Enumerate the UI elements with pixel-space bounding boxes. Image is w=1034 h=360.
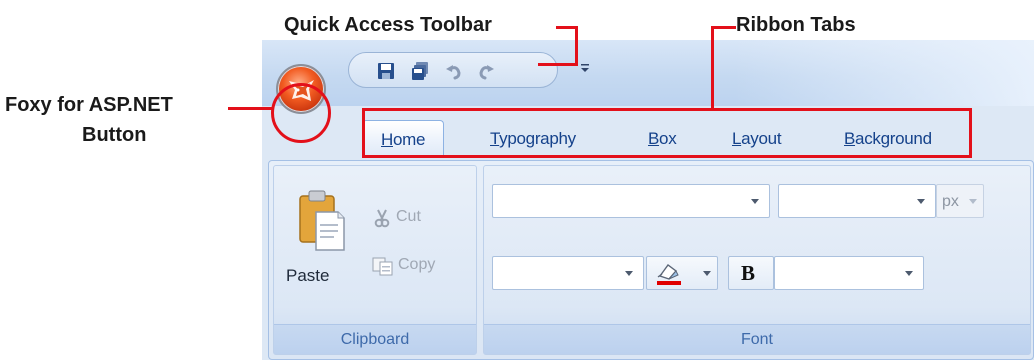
save-icon[interactable] [376,61,396,81]
font-unit-value: px [942,193,959,210]
chevron-down-icon [703,271,711,276]
tabs-callout-line [711,26,714,110]
copy-icon [372,257,393,276]
copy-label: Copy [398,256,436,273]
scissors-icon [374,209,390,228]
ribbon-tabs-annotation: Ribbon Tabs [736,14,856,36]
font-size-select[interactable] [778,184,936,218]
font-unit-select[interactable]: px [936,184,984,218]
bold-button[interactable]: B [728,256,774,290]
paste-button[interactable]: Paste [280,184,350,294]
undo-icon[interactable] [444,61,464,81]
ribbon-panel: Paste Cut Copy Clipboard px B Font [268,160,1034,360]
font-family-select[interactable] [492,184,770,218]
orb-highlight-circle [271,83,331,143]
highlight-color-button[interactable] [646,256,718,290]
font-group-caption: Font [484,324,1030,354]
font-group: px B Font [483,165,1031,355]
qat-annotation: Quick Access Toolbar [284,14,492,36]
clipboard-group: Paste Cut Copy Clipboard [273,165,477,355]
redo-icon[interactable] [476,61,496,81]
tabs-highlight-box [362,108,972,158]
font-weight-select[interactable] [774,256,924,290]
chevron-down-icon [905,271,913,276]
orb-annotation-line1: Foxy for ASP.NET [5,94,173,116]
qat-callout-line [538,63,578,66]
chevron-down-icon [751,199,759,204]
copy-button[interactable]: Copy [372,254,462,280]
qat-customize-icon[interactable] [580,62,590,76]
paste-label: Paste [286,266,330,285]
qat-callout-line [575,26,578,66]
font-style-select[interactable] [492,256,644,290]
cut-button[interactable]: Cut [372,206,462,232]
clipboard-group-caption: Clipboard [274,324,476,354]
tabs-callout-line [714,26,736,29]
chevron-down-icon [917,199,925,204]
app-window: Home Typography Box Layout Background Pa… [262,40,1034,360]
highlight-icon [657,264,681,285]
cut-label: Cut [396,208,421,225]
chevron-down-icon [625,271,633,276]
bold-icon: B [741,261,756,285]
orb-callout-line [228,107,273,110]
save-all-icon[interactable] [410,61,430,81]
chevron-down-icon [969,199,977,204]
orb-annotation-line2: Button [82,124,147,146]
paste-icon [299,190,345,251]
